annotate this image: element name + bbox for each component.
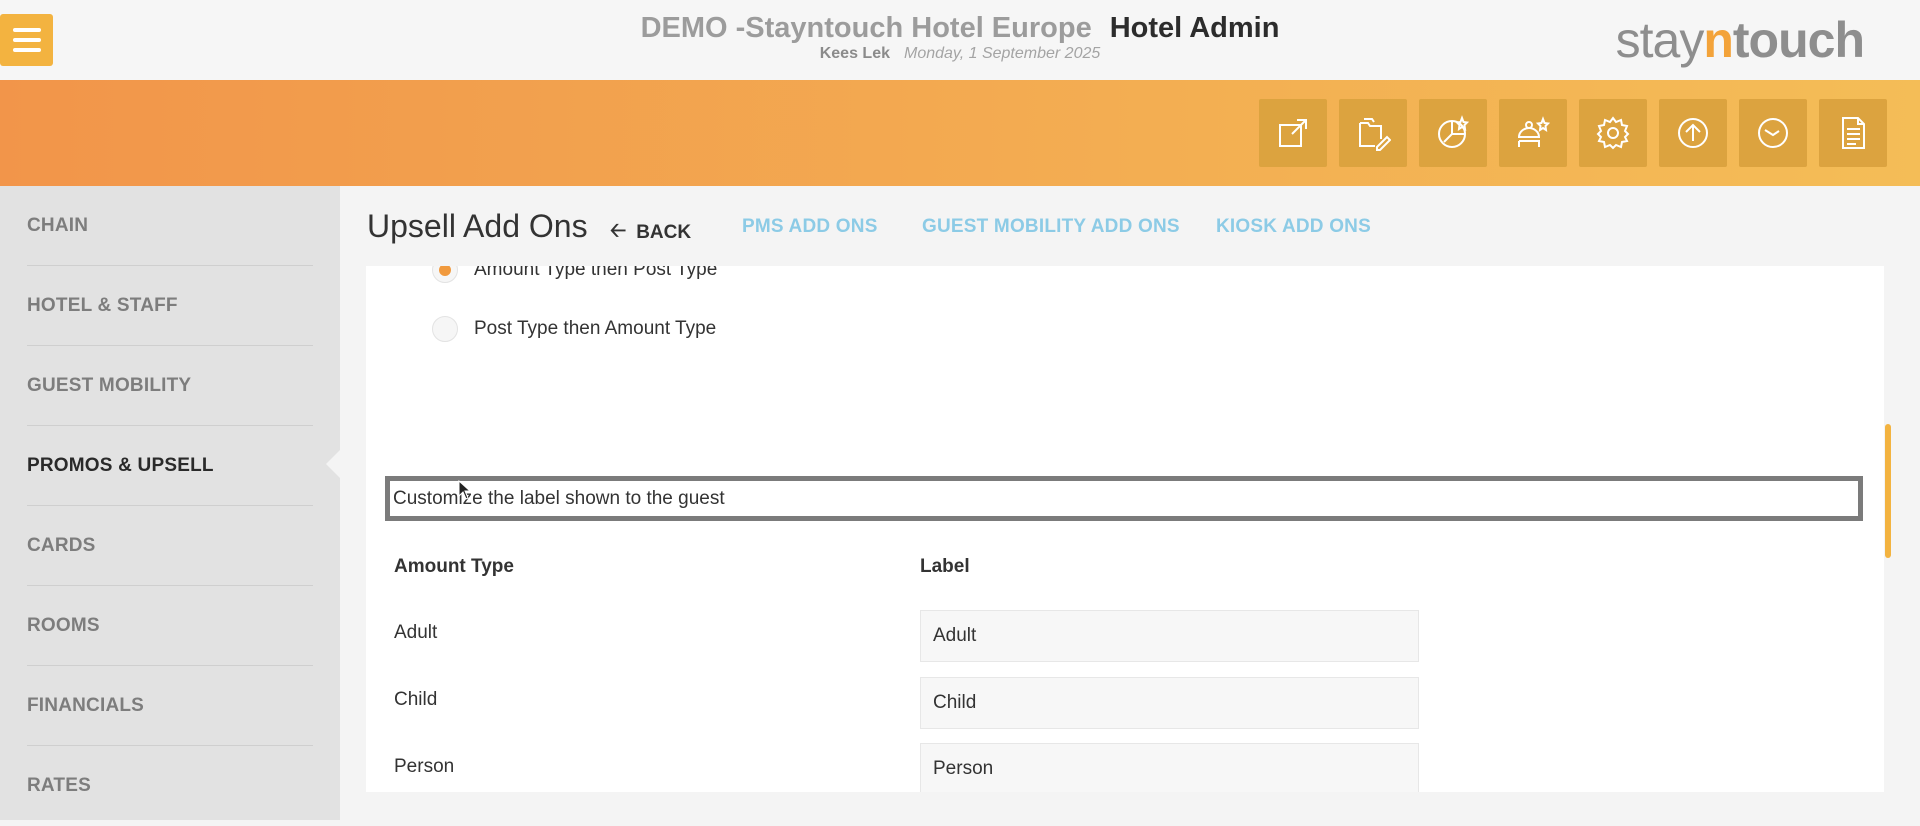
column-header-label: Label [920,556,970,577]
external-link-icon [1279,119,1307,147]
pages-edit-icon [1359,118,1391,151]
radio-label: Post Type then Amount Type [474,318,717,339]
content-card: Amount Type then Post Type Post Type the… [366,266,1884,792]
amount-type-person: Person [394,756,455,777]
gear-icon [1596,116,1630,150]
sidebar-item-rooms[interactable]: ROOMS [27,586,313,666]
logo-part-touch: touch [1732,12,1865,68]
document-button[interactable] [1819,99,1887,167]
concierge-icon [1517,116,1551,147]
tab-kiosk-add-ons[interactable]: KIOSK ADD ONS [1216,216,1371,238]
radio-button-selected[interactable] [432,266,458,283]
scrollbar-thumb[interactable] [1885,424,1891,558]
mouse-cursor-icon [458,480,472,500]
stayntouch-logo: stayntouch [1615,12,1865,68]
amount-type-child: Child [394,689,438,710]
tab-pms-add-ons[interactable]: PMS ADD ONS [742,216,878,238]
document-icon [1842,117,1865,149]
amount-type-adult: Adult [394,622,438,643]
page-title: Upsell Add Ons [367,208,588,244]
sidebar-item-cards[interactable]: CARDS [27,506,313,586]
sidebar-item-financials[interactable]: FINANCIALS [27,666,313,746]
sidebar: CHAIN HOTEL & STAFF GUEST MOBILITY PROMO… [0,186,340,820]
settings-button[interactable] [1579,99,1647,167]
upload-icon [1678,118,1708,148]
top-bar: DEMO -Stayntouch Hotel Europe Hotel Admin… [0,0,1920,80]
radio-amount-then-post[interactable]: Amount Type then Post Type [432,266,717,283]
sidebar-item-promos-upsell[interactable]: PROMOS & UPSELL [27,426,313,506]
back-button[interactable]: 🡠 BACK [610,216,691,250]
upload-button[interactable] [1659,99,1727,167]
sidebar-item-chain[interactable]: CHAIN [27,186,313,266]
app-name: Hotel Admin [1109,12,1280,44]
radio-button[interactable] [432,316,458,342]
radio-label: Amount Type then Post Type [474,266,718,280]
radio-selected-dot [439,266,451,276]
analytics-icon [1438,115,1470,148]
business-date: Monday, 1 September 2025 [903,45,1101,62]
sidebar-item-hotel-staff[interactable]: HOTEL & STAFF [27,266,313,346]
hotel-name: DEMO -Stayntouch Hotel Europe [640,12,1092,44]
sidebar-item-guest-mobility[interactable]: GUEST MOBILITY [27,346,313,426]
pages-edit-button[interactable] [1339,99,1407,167]
tab-guest-mobility-add-ons[interactable]: GUEST MOBILITY ADD ONS [922,216,1180,238]
active-item-pointer [326,450,340,478]
radio-post-then-amount[interactable]: Post Type then Amount Type [432,316,716,342]
label-input-adult[interactable] [920,610,1419,662]
back-label: BACK [636,222,692,243]
logo-part-stay: stay [1615,12,1705,68]
column-header-amount-type: Amount Type [394,556,514,577]
analytics-button[interactable] [1419,99,1487,167]
user-name: Kees Lek [819,45,890,62]
sidebar-item-rates[interactable]: RATES [27,746,313,826]
customize-label-heading: Customize the label shown to the guest [385,476,1863,521]
label-input-child[interactable] [920,677,1419,729]
concierge-button[interactable] [1499,99,1567,167]
timer-button[interactable] [1739,99,1807,167]
label-input-person[interactable] [920,743,1419,792]
header-band [0,80,1920,186]
external-link-button[interactable] [1259,99,1327,167]
timer-icon [1758,118,1788,148]
logo-part-n: n [1703,12,1734,68]
arrow-left-icon: 🡠 [610,220,627,242]
